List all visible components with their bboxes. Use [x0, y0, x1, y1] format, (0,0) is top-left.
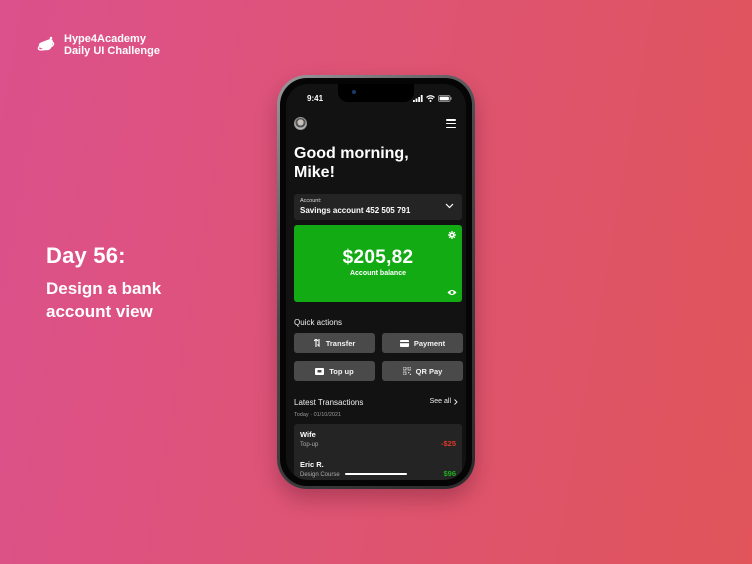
signal-icon — [413, 95, 423, 102]
payment-button[interactable]: Payment — [382, 333, 463, 353]
description-line-1: Design a bank — [46, 279, 162, 298]
account-value: Savings account 452 505 791 — [300, 206, 411, 215]
phone-screen: 9:41 Good morning, Mike! Account: Saving… — [286, 84, 466, 480]
see-all-label: See all — [429, 398, 451, 405]
transaction-category: Top-up — [300, 442, 319, 448]
transaction-row[interactable]: Eric R. Design Course $96 — [300, 460, 456, 480]
transfer-icon — [313, 339, 320, 347]
home-indicator[interactable] — [345, 472, 407, 475]
account-label: Account: — [300, 198, 322, 204]
status-icons — [413, 95, 452, 102]
balance-amount: $205,82 — [342, 247, 414, 268]
transactions-date: Today · 01/10/2021 — [294, 412, 342, 418]
quick-actions-grid: Transfer Payment Top up QR Pay — [294, 333, 463, 381]
quick-actions-title: Quick actions — [294, 318, 343, 327]
greeting-line-1: Good morning, — [294, 145, 409, 162]
brand: Hype4Academy Daily UI Challenge — [36, 33, 160, 57]
brand-subtitle: Daily UI Challenge — [64, 45, 160, 57]
gear-icon[interactable] — [448, 231, 456, 239]
brand-text: Hype4Academy Daily UI Challenge — [64, 33, 160, 57]
phone-mockup: 9:41 Good morning, Mike! Account: Saving… — [277, 75, 475, 489]
transaction-row[interactable]: Wife Top-up -$25 — [300, 430, 456, 456]
transaction-amount: -$25 — [440, 439, 456, 448]
status-time: 9:41 — [307, 94, 324, 103]
qr-pay-button[interactable]: QR Pay — [382, 361, 463, 381]
brand-name: Hype4Academy — [64, 33, 146, 45]
wifi-icon — [426, 95, 435, 102]
headline: Day 56: Design a bank account view — [46, 243, 161, 323]
payment-label: Payment — [413, 338, 446, 348]
see-all-link[interactable]: See all — [430, 398, 458, 405]
wallet-icon — [315, 367, 325, 375]
balance-caption: Account balance — [349, 270, 406, 277]
top-up-label: Top up — [329, 366, 354, 376]
greeting-line-2: Mike! — [294, 164, 335, 181]
chevron-right-icon — [454, 398, 458, 405]
transfer-button[interactable]: Transfer — [294, 333, 375, 353]
description-line-2: account view — [46, 302, 153, 321]
transfer-label: Transfer — [325, 338, 356, 348]
hamburger-menu-icon[interactable] — [446, 119, 456, 128]
account-dropdown[interactable]: Account: Savings account 452 505 791 — [294, 194, 462, 220]
transactions-title: Latest Transactions — [294, 398, 364, 407]
card-icon — [399, 339, 409, 347]
top-up-button[interactable]: Top up — [294, 361, 375, 381]
status-bar: 9:41 — [286, 94, 466, 106]
day-label: Day 56: — [46, 243, 126, 268]
greeting: Good morning, Mike! — [294, 144, 409, 182]
balance-card: $205,82 Account balance — [294, 225, 462, 302]
chevron-down-icon — [445, 203, 454, 209]
qr-pay-label: QR Pay — [415, 366, 443, 376]
transaction-name: Wife — [300, 430, 316, 439]
transaction-name: Eric R. — [300, 460, 324, 469]
phone-bezel: 9:41 Good morning, Mike! Account: Saving… — [280, 78, 472, 486]
transaction-amount: $96 — [443, 469, 456, 478]
avatar[interactable] — [294, 117, 307, 130]
eye-icon[interactable] — [447, 289, 457, 296]
challenge-description: Design a bank account view — [46, 277, 161, 323]
qr-icon — [402, 367, 411, 375]
rocket-logo-icon — [36, 35, 56, 55]
battery-icon — [438, 95, 452, 102]
